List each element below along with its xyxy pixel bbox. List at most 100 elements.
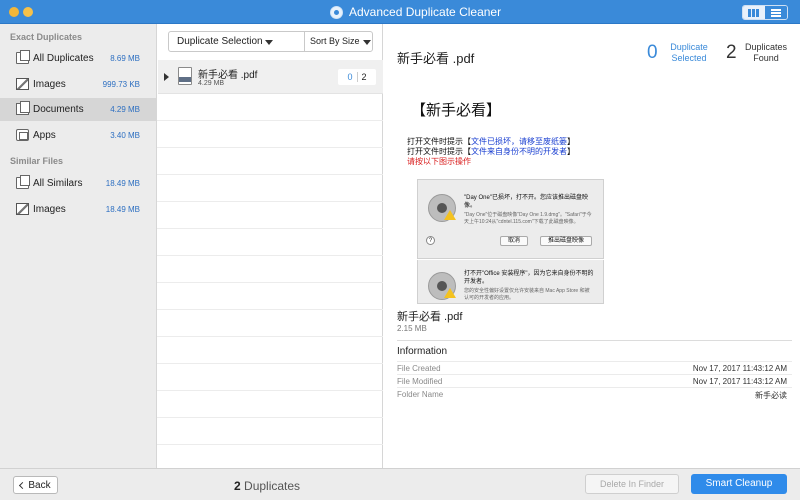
section-header-similar: Similar Files bbox=[10, 156, 64, 166]
sidebar-item-label: All Duplicates bbox=[33, 53, 94, 64]
empty-row bbox=[157, 256, 383, 283]
empty-row bbox=[157, 364, 383, 391]
window-title: Advanced Duplicate Cleaner bbox=[349, 5, 502, 19]
empty-row bbox=[157, 148, 383, 175]
selected-count: 0 bbox=[647, 42, 658, 63]
preview-line-2: 打开文件时提示【文件来自身份不明的开发者】 bbox=[407, 147, 575, 156]
empty-row bbox=[157, 310, 383, 337]
info-row-modified: File Modified Nov 17, 2017 11:43:12 AM bbox=[397, 374, 792, 387]
empty-row bbox=[157, 175, 383, 202]
duplicates-icon bbox=[16, 175, 30, 189]
minimize-window-button[interactable] bbox=[23, 7, 33, 17]
found-label-line2: Found bbox=[753, 53, 779, 63]
warning-icon bbox=[444, 288, 456, 298]
document-preview: 【新手必看】 打开文件时提示【文件已损坏，请移至废纸篓】 打开文件时提示【文件来… bbox=[397, 84, 607, 304]
group-selection-counter: 0 2 bbox=[338, 69, 376, 85]
info-key: File Created bbox=[397, 364, 441, 373]
disclosure-triangle-icon[interactable] bbox=[164, 73, 169, 81]
documents-icon bbox=[16, 101, 30, 115]
sidebar-item-label: Apps bbox=[33, 130, 56, 141]
sidebar-item-label: Images bbox=[33, 204, 66, 215]
close-window-button[interactable] bbox=[9, 7, 19, 17]
found-count: 2 bbox=[726, 42, 737, 63]
group-selected-count: 0 bbox=[347, 72, 358, 82]
dialog-subtext: 您的安全性偏好设置仅允许安装来自 Mac App Store 和被认可的开发者的… bbox=[464, 288, 590, 301]
list-view-button[interactable] bbox=[765, 6, 787, 19]
duplicates-icon bbox=[16, 50, 30, 64]
sidebar: Exact Duplicates All Duplicates 8.69 MB … bbox=[0, 24, 157, 468]
sidebar-item-size: 18.49 MB bbox=[105, 179, 140, 188]
sidebar-item-size: 3.40 MB bbox=[110, 131, 140, 140]
info-key: File Modified bbox=[397, 377, 443, 386]
preview-line-1: 打开文件时提示【文件已损坏，请移至废纸篓】 bbox=[407, 137, 575, 146]
empty-row bbox=[157, 121, 383, 148]
empty-row bbox=[157, 337, 383, 364]
group-total-count: 2 bbox=[361, 72, 367, 82]
warning-icon bbox=[444, 210, 456, 220]
empty-row bbox=[157, 202, 383, 229]
sidebar-item-size: 4.29 MB bbox=[110, 105, 140, 114]
group-file-name: 新手必看 .pdf bbox=[198, 70, 258, 81]
detail-pane: 新手必看 .pdf 0 Duplicate Selected 2 Duplica… bbox=[383, 24, 800, 468]
preview-heading: 【新手必看】 bbox=[411, 102, 502, 119]
dialog-cancel-button: 取消 bbox=[500, 236, 528, 246]
info-value: 新手必读 bbox=[755, 391, 787, 400]
dialog-eject-button: 推出磁盘映像 bbox=[540, 236, 592, 246]
info-file-name: 新手必看 .pdf bbox=[397, 311, 463, 323]
image-icon bbox=[16, 78, 29, 90]
app-logo-icon bbox=[330, 5, 343, 19]
duplicate-group-row[interactable]: 新手必看 .pdf 4.29 MB 0 2 bbox=[158, 60, 383, 94]
grid-view-button[interactable] bbox=[743, 6, 765, 19]
sidebar-item-size: 18.49 MB bbox=[105, 205, 140, 214]
duplicate-selection-label: Duplicate Selection bbox=[177, 36, 263, 47]
sidebar-item-similar-images[interactable]: Images 18.49 MB bbox=[0, 198, 156, 221]
empty-row bbox=[157, 418, 383, 445]
duplicate-list-pane: Duplicate Selection Sort By Size 新手必看 .p… bbox=[157, 24, 383, 472]
list-view-icon bbox=[771, 8, 781, 17]
image-icon bbox=[16, 203, 29, 215]
preview-dialog-unidentified: 打不开"Office 安装程序"，因为它来自身份不明的开发者。 您的安全性偏好设… bbox=[417, 260, 604, 304]
delete-in-finder-button[interactable]: Delete In Finder bbox=[585, 474, 679, 494]
apps-icon bbox=[16, 129, 29, 141]
sidebar-item-size: 999.73 KB bbox=[102, 80, 140, 89]
info-value: Nov 17, 2017 11:43:12 AM bbox=[692, 364, 787, 373]
selected-label-line1: Duplicate bbox=[670, 42, 708, 52]
dialog-subtext: "Day One"位于磁盘映像"Day One 1.9.dmg"。"Safari… bbox=[464, 212, 592, 225]
sidebar-item-images[interactable]: Images 999.73 KB bbox=[0, 73, 156, 96]
empty-row bbox=[157, 94, 383, 121]
duplicate-selection-menu[interactable]: Duplicate Selection bbox=[169, 32, 305, 51]
sidebar-item-documents[interactable]: Documents 4.29 MB bbox=[0, 98, 156, 121]
back-button[interactable]: Back bbox=[13, 476, 58, 494]
back-label: Back bbox=[28, 479, 51, 491]
info-row-folder: Folder Name 新手必读 bbox=[397, 387, 792, 400]
bottom-bar: Back 2 Duplicates Delete In Finder Smart… bbox=[0, 468, 800, 500]
duplicates-count: 2 Duplicates bbox=[234, 479, 300, 493]
dialog-title: 打不开"Office 安装程序"，因为它来自身份不明的开发者。 bbox=[464, 271, 594, 285]
view-toggle[interactable] bbox=[742, 5, 788, 20]
chevron-down-icon bbox=[265, 40, 273, 45]
smart-cleanup-button[interactable]: Smart Cleanup bbox=[691, 474, 787, 494]
detail-file-title: 新手必看 .pdf bbox=[397, 51, 475, 66]
help-icon: ? bbox=[426, 236, 435, 245]
chevron-down-icon bbox=[363, 40, 371, 45]
app-window: Advanced Duplicate Cleaner Exact Duplica… bbox=[0, 0, 800, 500]
preview-line-3: 请按以下图示操作 bbox=[407, 157, 471, 166]
info-value: Nov 17, 2017 11:43:12 AM bbox=[692, 377, 787, 386]
group-file-size: 4.29 MB bbox=[198, 80, 225, 87]
empty-row bbox=[157, 283, 383, 310]
empty-row bbox=[157, 229, 383, 256]
sidebar-item-apps[interactable]: Apps 3.40 MB bbox=[0, 124, 156, 147]
pdf-file-icon bbox=[178, 67, 192, 85]
information-header: Information bbox=[397, 346, 448, 357]
grid-view-icon bbox=[748, 8, 760, 17]
duplicate-groups-list: 新手必看 .pdf 4.29 MB 0 2 bbox=[157, 60, 383, 472]
list-toolbar: Duplicate Selection Sort By Size bbox=[168, 31, 373, 52]
sidebar-item-all-similars[interactable]: All Similars 18.49 MB bbox=[0, 172, 156, 195]
title-bar: Advanced Duplicate Cleaner bbox=[0, 0, 800, 24]
sidebar-item-label: All Similars bbox=[33, 178, 83, 189]
selected-label: Duplicate Selected bbox=[669, 42, 709, 64]
duplicates-count-label: Duplicates bbox=[244, 479, 301, 493]
sidebar-item-all-duplicates[interactable]: All Duplicates 8.69 MB bbox=[0, 47, 156, 70]
dialog-title: "Day One"已损坏，打不开。您应该推出磁盘映像。 bbox=[464, 195, 588, 209]
sort-menu[interactable]: Sort By Size bbox=[305, 32, 372, 51]
